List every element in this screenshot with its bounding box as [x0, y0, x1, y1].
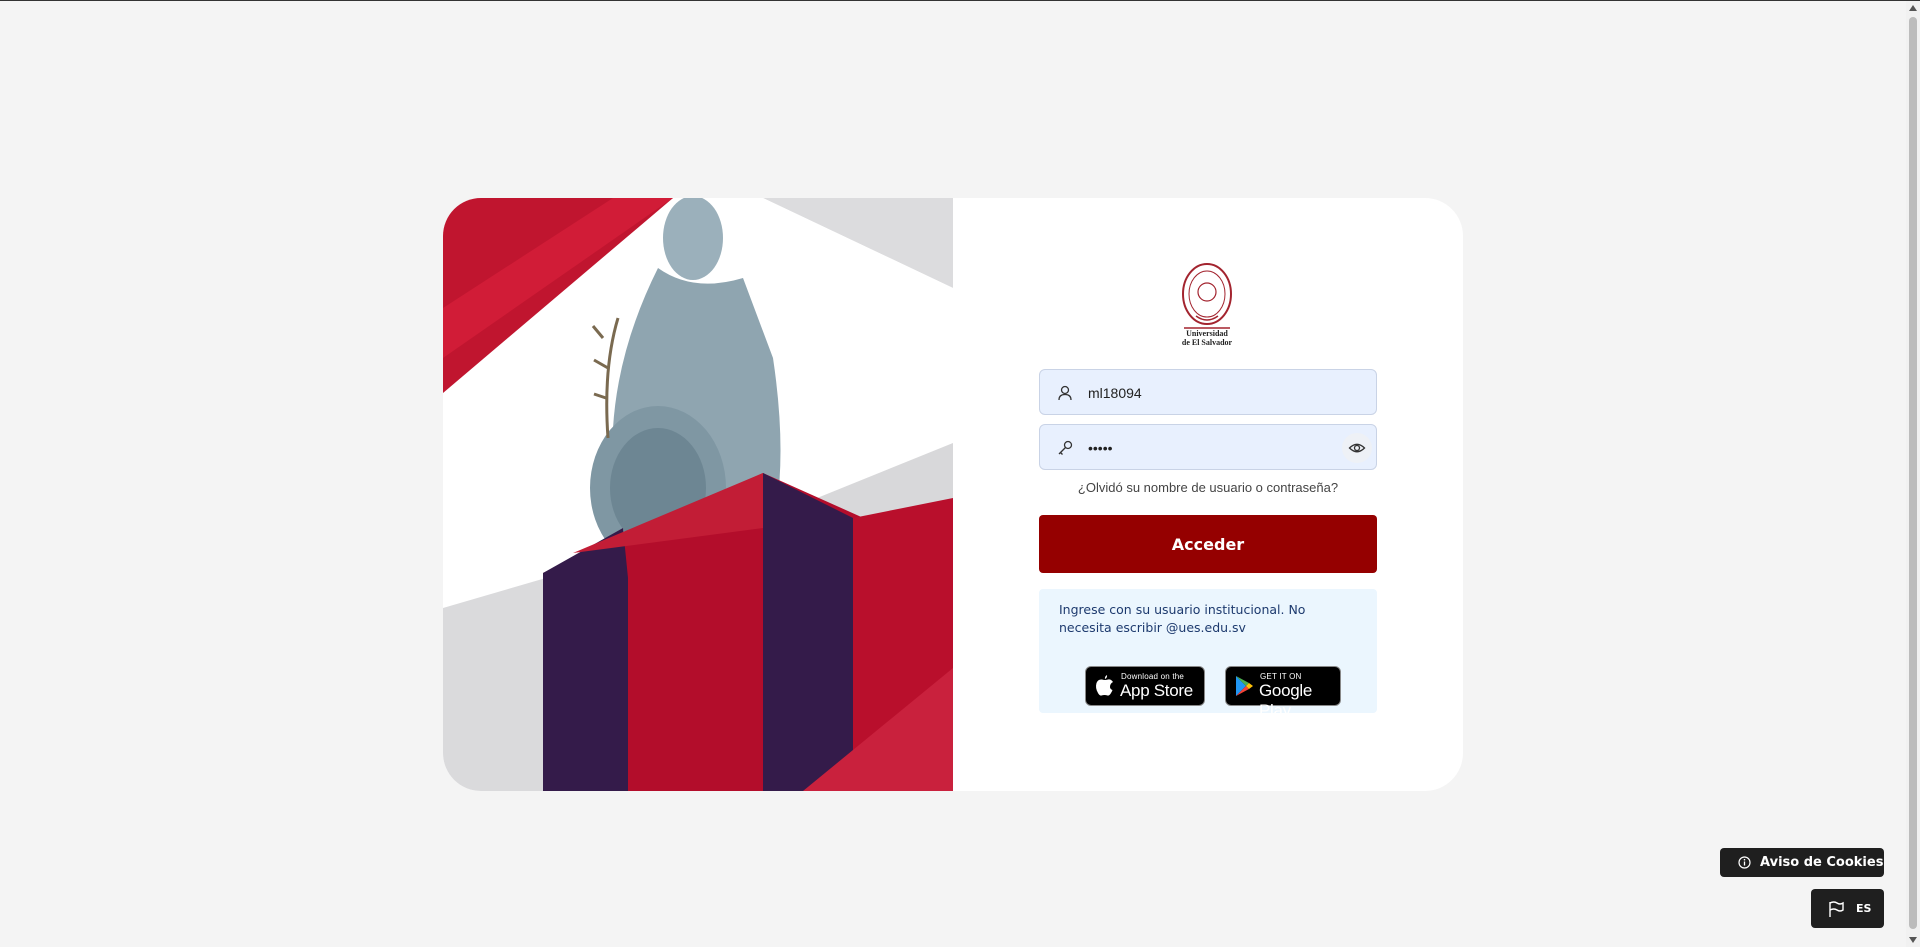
app-store-badge[interactable]: Download on the App Store: [1085, 666, 1205, 706]
password-field[interactable]: [1039, 424, 1377, 470]
user-icon: [1058, 385, 1072, 401]
university-logo: Universidad de El Salvador: [1174, 258, 1240, 348]
username-field[interactable]: [1039, 369, 1377, 415]
password-input[interactable]: [1088, 437, 1328, 459]
google-play-badge[interactable]: GET IT ON Google Play: [1225, 666, 1341, 720]
app-store-big-text: App Store: [1120, 681, 1193, 700]
cookie-notice-label: Aviso de Cookies: [1760, 855, 1884, 870]
info-box: Ingrese con su usuario institucional. No…: [1039, 589, 1377, 720]
scroll-thumb[interactable]: [1909, 17, 1917, 929]
eye-icon: [1348, 443, 1366, 453]
forgot-credentials-link[interactable]: ¿Olvidó su nombre de usuario o contraseñ…: [1039, 480, 1377, 495]
info-text: Ingrese con su usuario institucional. No…: [1059, 602, 1306, 635]
language-button[interactable]: ES: [1811, 889, 1884, 928]
scroll-up-arrow[interactable]: [1909, 5, 1917, 11]
toggle-password-visibility[interactable]: [1342, 433, 1372, 463]
login-card: Universidad de El Salvador ml18094 •••••…: [443, 198, 1463, 791]
apple-icon: [1096, 675, 1113, 696]
cookie-notice-button[interactable]: Aviso de Cookies: [1720, 848, 1884, 877]
page-scrollbar[interactable]: [1906, 1, 1920, 947]
flag-icon: [1829, 901, 1844, 917]
svg-text:de El Salvador: de El Salvador: [1182, 338, 1233, 347]
username-input[interactable]: [1088, 382, 1328, 404]
app-store-small-text: Download on the: [1121, 672, 1185, 681]
svg-text:Universidad: Universidad: [1186, 329, 1228, 338]
login-form: Universidad de El Salvador ml18094 •••••…: [953, 198, 1463, 791]
hero-illustration: [443, 198, 953, 791]
language-label: ES: [1856, 902, 1872, 915]
google-play-icon: [1236, 676, 1253, 696]
login-button[interactable]: Acceder: [1039, 515, 1377, 573]
google-play-small-text: GET IT ON: [1260, 672, 1302, 681]
info-icon: [1738, 856, 1751, 869]
scroll-down-arrow[interactable]: [1909, 937, 1917, 943]
key-icon: [1058, 440, 1073, 455]
google-play-big-text: Google Play: [1259, 681, 1313, 720]
